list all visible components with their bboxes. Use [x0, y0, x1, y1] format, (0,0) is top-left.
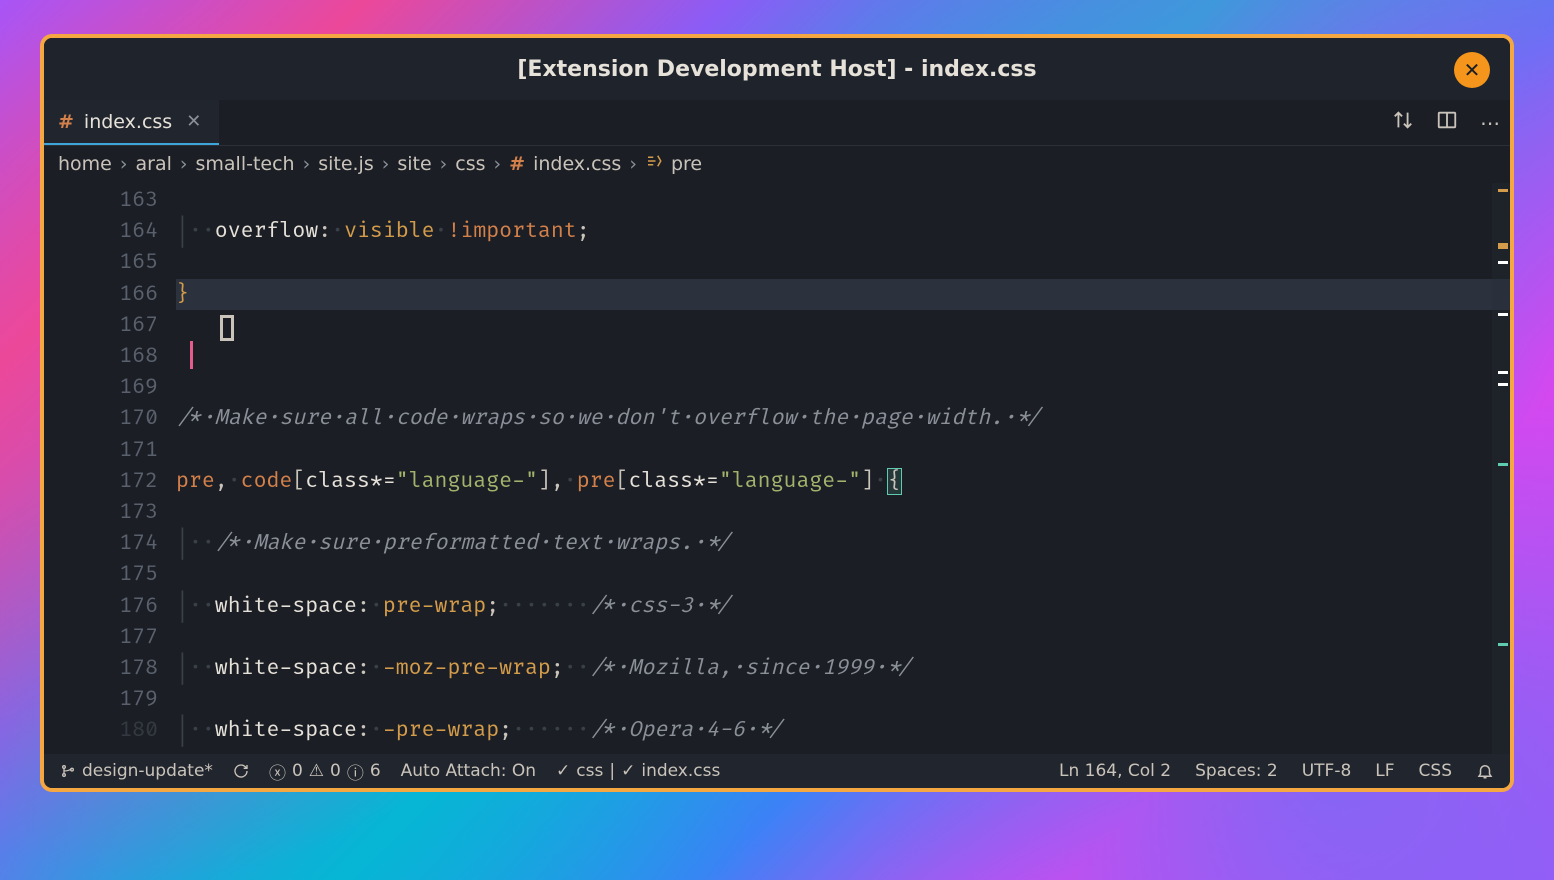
editor-window: [Extension Development Host] - index.css…	[40, 34, 1514, 792]
split-editor-icon[interactable]	[1436, 109, 1458, 136]
line-number: 180	[44, 715, 158, 746]
code-content[interactable]: │··overflow:·visible·!important; } /*·Ma…	[176, 183, 1510, 754]
line-number: 167	[44, 310, 158, 341]
chevron-right-icon: ›	[494, 153, 502, 175]
chevron-right-icon: ›	[180, 153, 188, 175]
line-number: 165	[44, 247, 158, 278]
error-icon: ⓧ	[269, 759, 286, 784]
line-number: 179	[44, 684, 158, 715]
compare-icon[interactable]	[1392, 109, 1414, 136]
more-actions-icon[interactable]: ⋯	[1480, 111, 1500, 135]
hash-icon: #	[509, 153, 525, 175]
breadcrumb-item[interactable]: home	[58, 153, 112, 175]
minimap-marker	[1498, 383, 1508, 386]
chevron-right-icon: ›	[382, 153, 390, 175]
line-number: 169	[44, 372, 158, 403]
status-bar: design-update* ⓧ0 ⚠0 ⓘ6 Auto Attach: On …	[44, 754, 1510, 788]
titlebar[interactable]: [Extension Development Host] - index.css…	[44, 38, 1510, 100]
line-number: 178	[44, 653, 158, 684]
minimap-marker	[1498, 243, 1508, 249]
check-icon: ✓	[621, 761, 635, 781]
breadcrumb-item[interactable]: aral	[135, 153, 171, 175]
sync-icon	[233, 763, 249, 779]
chevron-right-icon: ›	[120, 153, 128, 175]
tab-label: index.css	[84, 111, 172, 133]
line-number: 171	[44, 435, 158, 466]
git-branch[interactable]: design-update*	[60, 761, 213, 781]
breadcrumbs: home › aral › small-tech › site.js › sit…	[44, 146, 1510, 183]
language-mode[interactable]: CSS	[1419, 761, 1452, 781]
notifications-button[interactable]	[1476, 762, 1494, 780]
line-number: 173	[44, 497, 158, 528]
chevron-right-icon: ›	[629, 153, 637, 175]
auto-attach[interactable]: Auto Attach: On	[401, 761, 536, 781]
line-number: 168	[44, 341, 158, 372]
problems[interactable]: ⓧ0 ⚠0 ⓘ6	[269, 759, 381, 784]
breadcrumb-item[interactable]: site	[397, 153, 431, 175]
check-icon: ✓	[556, 761, 570, 781]
line-number: 164	[44, 216, 158, 247]
line-number-gutter: 163 164 165 166 167 168 169 170 171 172 …	[44, 183, 176, 754]
indentation[interactable]: Spaces: 2	[1195, 761, 1278, 781]
linter-status[interactable]: ✓ css | ✓ index.css	[556, 761, 720, 781]
tab-close-button[interactable]: ✕	[182, 111, 205, 132]
eol[interactable]: LF	[1375, 761, 1394, 781]
warning-icon: ⚠	[309, 761, 324, 781]
breadcrumb-item[interactable]: css	[455, 153, 485, 175]
minimap-marker	[1498, 371, 1508, 374]
breadcrumb-item[interactable]: small-tech	[195, 153, 294, 175]
minimap-marker	[1498, 261, 1508, 264]
close-button[interactable]: ✕	[1454, 52, 1490, 88]
encoding[interactable]: UTF-8	[1302, 761, 1352, 781]
line-number: 166	[44, 279, 158, 310]
line-number: 163	[44, 185, 158, 216]
minimap-marker	[1498, 313, 1508, 316]
minimap[interactable]	[1492, 183, 1510, 754]
minimap-marker	[1498, 463, 1508, 466]
symbol-icon	[645, 152, 663, 175]
file-icon: #	[58, 111, 74, 133]
cursor-position[interactable]: Ln 164, Col 2	[1059, 761, 1171, 781]
window-title: [Extension Development Host] - index.css	[517, 57, 1036, 82]
line-number: 174	[44, 528, 158, 559]
tab-bar: # index.css ✕ ⋯	[44, 100, 1510, 146]
git-branch-icon	[60, 763, 76, 779]
editor-area[interactable]: 163 164 165 166 167 168 169 170 171 172 …	[44, 183, 1510, 754]
info-icon: ⓘ	[347, 759, 364, 784]
text-cursor-icon	[220, 315, 234, 341]
breadcrumb-item[interactable]: index.css	[533, 153, 621, 175]
chevron-right-icon: ›	[440, 153, 448, 175]
line-number: 177	[44, 622, 158, 653]
minimap-marker	[1498, 643, 1508, 646]
line-number: 170	[44, 403, 158, 434]
bell-icon	[1476, 762, 1494, 780]
line-number: 172	[44, 466, 158, 497]
tab-index-css[interactable]: # index.css ✕	[44, 100, 219, 145]
chevron-right-icon: ›	[303, 153, 311, 175]
minimap-marker	[1498, 189, 1508, 192]
line-number: 175	[44, 559, 158, 590]
line-number: 176	[44, 591, 158, 622]
breadcrumb-item[interactable]: pre	[671, 153, 702, 175]
sync-button[interactable]	[233, 763, 249, 779]
cursor-indicator	[190, 341, 193, 369]
tabbar-actions: ⋯	[1392, 100, 1500, 145]
close-icon: ✕	[1464, 58, 1481, 82]
breadcrumb-item[interactable]: site.js	[318, 153, 374, 175]
current-line: }	[176, 279, 1510, 310]
